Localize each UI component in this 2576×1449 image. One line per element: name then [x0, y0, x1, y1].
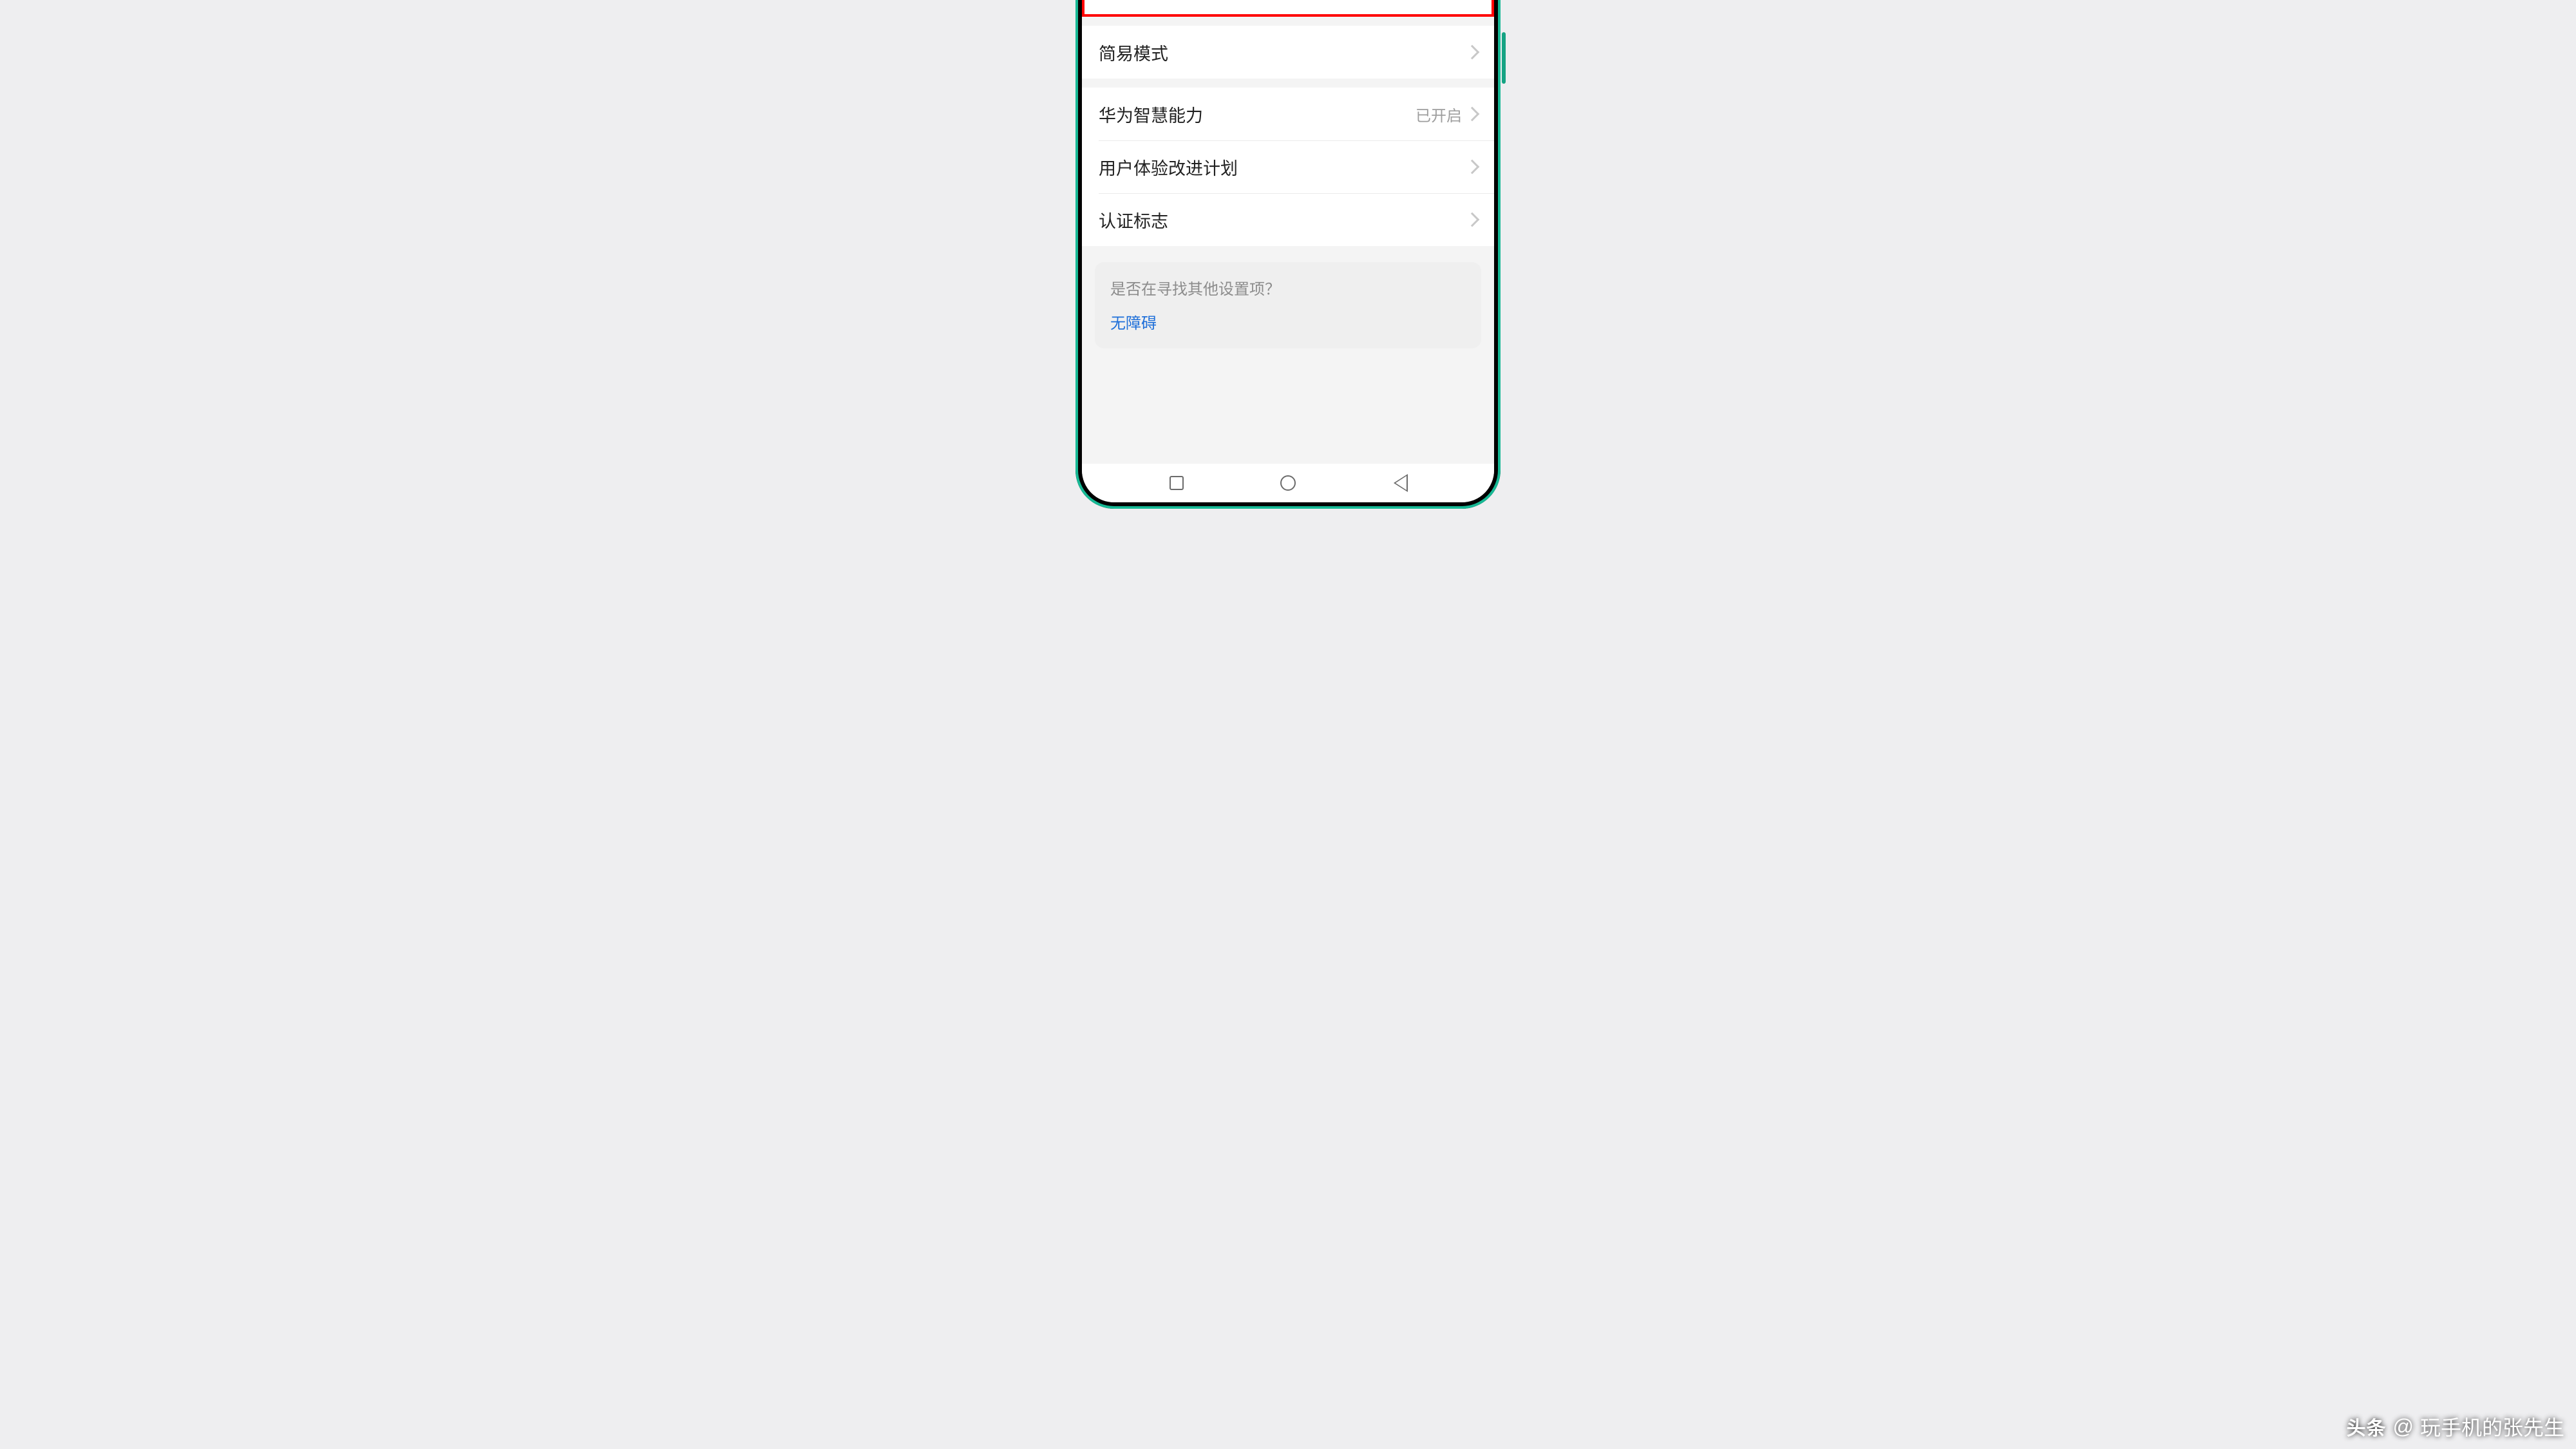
search-more-link-accessibility[interactable]: 无障碍	[1110, 310, 1466, 333]
settings-group-2: 简易模式	[1082, 26, 1494, 79]
row-ux-improvement[interactable]: 用户体验改进计划	[1082, 140, 1494, 193]
row-label: 用户体验改进计划	[1099, 155, 1467, 180]
row-huawei-ai[interactable]: 华为智慧能力 已开启	[1082, 88, 1494, 140]
chevron-right-icon	[1465, 45, 1480, 60]
search-more-card: 是否在寻找其他设置项？ 无障碍	[1095, 262, 1481, 348]
triangle-left-icon	[1393, 475, 1406, 491]
row-label: 认证标志	[1099, 207, 1467, 232]
search-more-question: 是否在寻找其他设置项？	[1110, 276, 1466, 299]
watermark: 头条 @ 玩手机的张先生	[2347, 1412, 2565, 1441]
watermark-author: 玩手机的张先生	[2420, 1412, 2564, 1441]
watermark-logo: 头条	[2347, 1412, 2387, 1441]
row-label: 简易模式	[1099, 40, 1467, 65]
watermark-at: @	[2393, 1415, 2414, 1439]
row-simple-mode[interactable]: 简易模式	[1082, 26, 1494, 79]
phone-frame: 手机克隆 备份和恢复 重置 简易模式	[1075, 0, 1501, 509]
android-navbar	[1082, 464, 1494, 502]
row-certification[interactable]: 认证标志	[1082, 193, 1494, 246]
row-label: 华为智慧能力	[1099, 102, 1416, 127]
circle-icon	[1280, 475, 1296, 491]
row-value: 已开启	[1416, 103, 1462, 126]
chevron-right-icon	[1465, 160, 1480, 175]
nav-home-button[interactable]	[1279, 474, 1297, 492]
settings-scroll[interactable]: 手机克隆 备份和恢复 重置 简易模式	[1082, 0, 1494, 464]
row-label: 重置	[1099, 0, 1467, 3]
square-icon	[1170, 476, 1184, 490]
phone-screen: 手机克隆 备份和恢复 重置 简易模式	[1082, 0, 1494, 502]
nav-recent-button[interactable]	[1168, 474, 1186, 492]
chevron-right-icon	[1465, 107, 1480, 122]
settings-group-1: 手机克隆 备份和恢复 重置	[1082, 0, 1494, 17]
row-reset[interactable]: 重置	[1082, 0, 1494, 17]
chevron-right-icon	[1465, 213, 1480, 227]
settings-group-3: 华为智慧能力 已开启 用户体验改进计划 认证标志	[1082, 88, 1494, 246]
nav-back-button[interactable]	[1390, 474, 1408, 492]
